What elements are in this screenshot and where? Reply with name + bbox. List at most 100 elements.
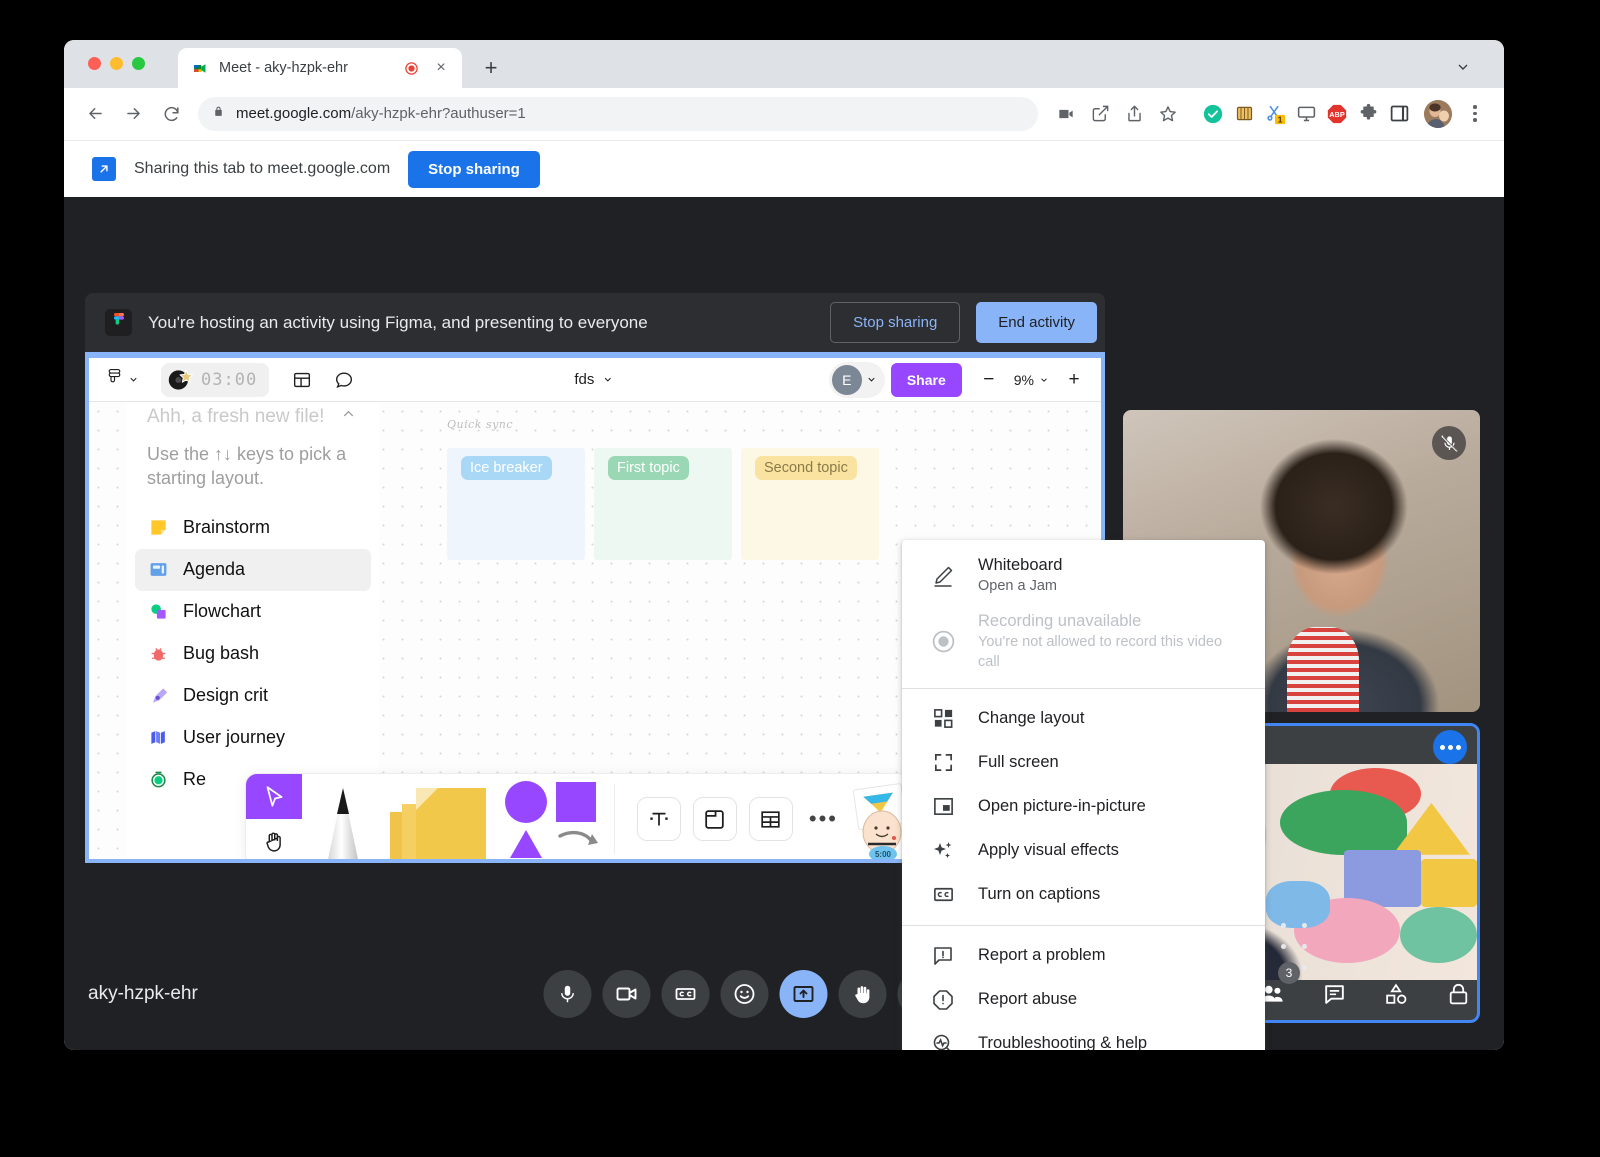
sidebar-item-label: Brainstorm (183, 517, 270, 538)
figma-share-button[interactable]: Share (891, 363, 962, 397)
end-activity-button[interactable]: End activity (976, 302, 1097, 343)
profile-avatar[interactable] (1424, 100, 1452, 128)
sidebar-item-label: Agenda (183, 559, 245, 580)
figma-menu-icon[interactable] (99, 364, 147, 396)
sidebar-item-user-journey[interactable]: User journey (135, 717, 371, 759)
activities-button[interactable] (1376, 974, 1416, 1014)
svg-text:ABP: ABP (1329, 110, 1345, 119)
captions-button[interactable] (662, 970, 710, 1018)
tab-title: Meet - aky-hzpk-ehr (219, 60, 392, 76)
new-tab-button[interactable]: + (474, 51, 508, 85)
adblock-plus-extension-icon[interactable]: ABP (1324, 101, 1350, 127)
clipboard-snip-extension-icon[interactable]: 1 (1262, 101, 1288, 127)
reading-list-extension-icon[interactable] (1231, 101, 1257, 127)
menu-item-visual-effects[interactable]: Apply visual effects (902, 829, 1265, 873)
flowchart-shapes-icon (147, 601, 169, 623)
media-cast-icon[interactable] (1050, 98, 1082, 130)
zoom-level-value: 9% (1014, 372, 1034, 388)
zoom-out-button[interactable]: − (972, 363, 1006, 397)
grammarly-extension-icon[interactable] (1200, 101, 1226, 127)
minimize-window-button[interactable] (110, 57, 123, 70)
figma-timer[interactable]: 03:00 (161, 363, 269, 397)
figma-hint-body: Use the ↑↓ keys to pick a starting layou… (127, 428, 379, 491)
screencast-extension-icon[interactable] (1293, 101, 1319, 127)
menu-item-change-layout[interactable]: Change layout (902, 697, 1265, 741)
menu-item-captions[interactable]: Turn on captions (902, 873, 1265, 917)
share-icon[interactable] (1118, 98, 1150, 130)
host-controls-button[interactable] (1438, 974, 1478, 1014)
zoom-level[interactable]: 9% (1008, 372, 1055, 388)
hand-tool[interactable] (246, 819, 302, 859)
comment-bubble-icon[interactable] (325, 364, 363, 396)
troubleshoot-icon (930, 1031, 956, 1050)
open-in-new-icon[interactable] (1084, 98, 1116, 130)
svg-text:5:00: 5:00 (875, 850, 892, 859)
zoom-in-button[interactable]: + (1057, 363, 1091, 397)
figma-column-first-topic[interactable]: First topic (594, 448, 732, 560)
figma-logo-icon (105, 309, 132, 336)
sticky-note-icon (147, 517, 169, 539)
figma-timer-value: 03:00 (201, 370, 257, 390)
figma-filename[interactable]: fds (574, 371, 613, 388)
figma-column-second-topic[interactable]: Second topic (741, 448, 879, 560)
chat-button[interactable] (1314, 974, 1354, 1014)
menu-item-picture-in-picture[interactable]: Open picture-in-picture (902, 785, 1265, 829)
table-tool[interactable] (749, 797, 793, 841)
sidebar-item-flowchart[interactable]: Flowchart (135, 591, 371, 633)
bookmark-star-icon[interactable] (1152, 98, 1184, 130)
text-tool[interactable] (637, 797, 681, 841)
menu-item-report-problem[interactable]: Report a problem (902, 934, 1265, 978)
chrome-more-menu-icon[interactable] (1462, 101, 1488, 127)
whiteboard-pen-icon (930, 563, 956, 589)
sticky-notes-tool[interactable] (384, 774, 496, 859)
present-button[interactable] (780, 970, 828, 1018)
shapes-tool[interactable] (496, 774, 614, 859)
mural-shape (1421, 859, 1477, 907)
cc-icon (930, 882, 956, 908)
menu-item-sublabel: You're not allowed to record this video … (978, 633, 1245, 672)
reload-button[interactable] (154, 97, 188, 131)
sidebar-item-label: Flowchart (183, 601, 261, 622)
forward-button[interactable] (116, 97, 150, 131)
menu-item-label: Change layout (978, 708, 1084, 729)
close-window-button[interactable] (88, 57, 101, 70)
browser-toolbar: meet.google.com/aky-hzpk-ehr?authuser=1 (64, 88, 1504, 140)
maximize-window-button[interactable] (132, 57, 145, 70)
sidebar-item-design-crit[interactable]: Design crit (135, 675, 371, 717)
menu-item-whiteboard[interactable]: Whiteboard Open a Jam (902, 548, 1265, 604)
marker-pen-tool[interactable] (302, 774, 384, 859)
close-tab-button[interactable]: × (430, 57, 452, 79)
figma-column-ice-breaker[interactable]: Ice breaker (447, 448, 585, 560)
address-bar[interactable]: meet.google.com/aky-hzpk-ehr?authuser=1 (198, 97, 1038, 131)
menu-item-full-screen[interactable]: Full screen (902, 741, 1265, 785)
menu-item-report-abuse[interactable]: Report abuse (902, 978, 1265, 1022)
side-panel-icon[interactable] (1386, 101, 1412, 127)
window-traffic-lights (88, 57, 145, 70)
recording-dot-icon[interactable] (402, 59, 420, 77)
browser-tab-meet[interactable]: Meet - aky-hzpk-ehr × (178, 48, 462, 88)
close-icon[interactable] (340, 406, 357, 428)
sidebar-item-brainstorm[interactable]: Brainstorm (135, 507, 371, 549)
menu-item-label: Full screen (978, 752, 1059, 773)
reactions-button[interactable] (721, 970, 769, 1018)
menu-item-troubleshooting[interactable]: Troubleshooting & help (902, 1022, 1265, 1050)
three-dots-icon[interactable] (1433, 730, 1467, 764)
camera-button[interactable] (603, 970, 651, 1018)
raise-hand-button[interactable] (839, 970, 887, 1018)
stop-sharing-button[interactable]: Stop sharing (408, 151, 540, 188)
chevron-down-icon[interactable] (1450, 54, 1476, 80)
section-tool[interactable] (693, 797, 737, 841)
layout-grid-icon[interactable] (283, 364, 321, 396)
figma-stop-sharing-button[interactable]: Stop sharing (830, 302, 960, 343)
sidebar-item-bug-bash[interactable]: Bug bash (135, 633, 371, 675)
participant-shirt-top (1287, 627, 1358, 712)
sidebar-item-agenda[interactable]: Agenda (135, 549, 371, 591)
figma-toolbar-right: E Share − 9% + (829, 362, 1091, 398)
cursor-arrow-tool[interactable] (246, 774, 302, 819)
figma-collaborators[interactable]: E (829, 362, 885, 398)
bug-icon (147, 643, 169, 665)
more-tools-button[interactable]: ••• (809, 806, 838, 832)
puzzle-extensions-icon[interactable] (1355, 101, 1381, 127)
microphone-button[interactable] (544, 970, 592, 1018)
back-button[interactable] (78, 97, 112, 131)
